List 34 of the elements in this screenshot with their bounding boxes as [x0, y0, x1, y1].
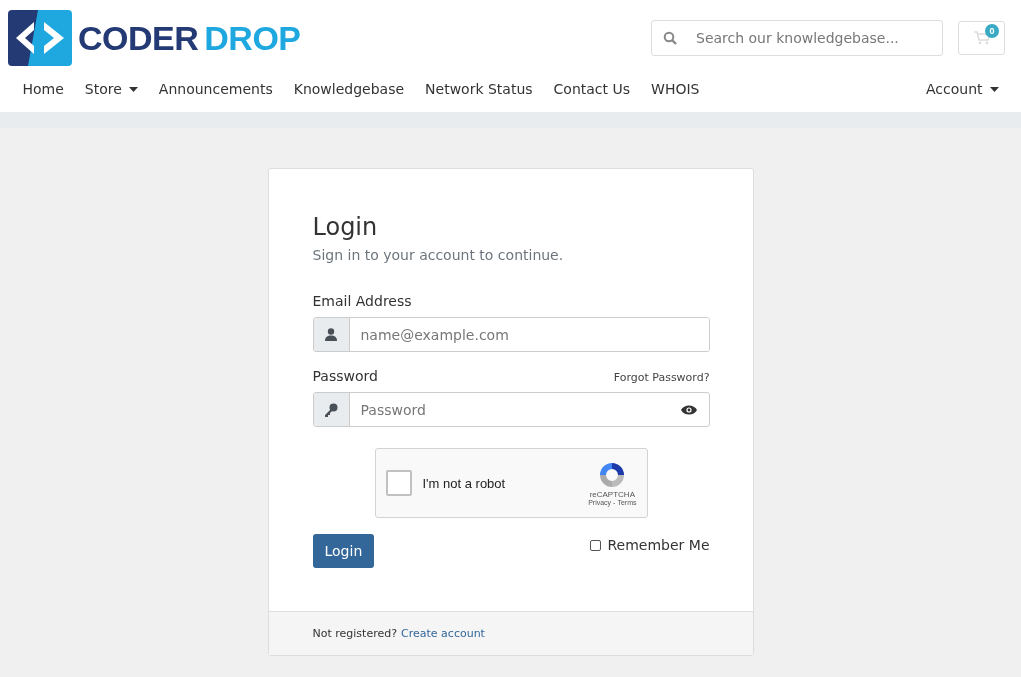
nav-link[interactable]: Home — [12, 81, 75, 97]
nav-link[interactable]: Knowledgebase — [283, 81, 415, 97]
login-subtitle: Sign in to your account to continue. — [312, 247, 565, 263]
password-input-group[interactable]: Password — [312, 392, 710, 427]
logo-icon — [8, 10, 72, 66]
login-title: Login — [312, 213, 379, 241]
logo-text: DROP — [204, 18, 301, 58]
search-icon — [663, 31, 677, 45]
eye-icon[interactable] — [680, 404, 697, 415]
nav-link[interactable]: WHOIS — [640, 81, 710, 97]
nav-link[interactable]: Contact Us — [543, 81, 641, 97]
email-label: Email Address — [312, 293, 412, 309]
caret-icon — [128, 86, 138, 92]
caret-icon — [989, 86, 999, 92]
nav-link[interactable]: Announcements — [148, 81, 284, 97]
forgot-password-link[interactable]: Forgot Password? — [613, 371, 710, 384]
captcha-checkbox[interactable] — [385, 470, 412, 496]
nav-link[interactable]: Network Status — [414, 81, 544, 97]
cart-count-badge: 0 — [985, 24, 999, 38]
login-button[interactable]: Login — [312, 534, 375, 568]
key-icon — [324, 402, 338, 417]
user-icon — [325, 328, 337, 341]
create-account-link[interactable]: Create account — [401, 627, 485, 640]
password-label: Password — [312, 368, 378, 384]
captcha-brand: reCAPTCHA — [589, 490, 635, 499]
logo-text: CODER — [78, 18, 199, 58]
cart-icon — [973, 31, 990, 45]
nav-link[interactable]: Store — [74, 81, 149, 97]
search-field[interactable]: Search our knowledgebase... — [651, 20, 943, 56]
footer-text: Not registered? — [312, 627, 398, 640]
remember-checkbox[interactable] — [589, 539, 601, 551]
account-menu[interactable]: Account — [915, 81, 1009, 97]
remember-label: Remember Me — [607, 537, 710, 553]
captcha-label: I'm not a robot — [422, 475, 507, 491]
